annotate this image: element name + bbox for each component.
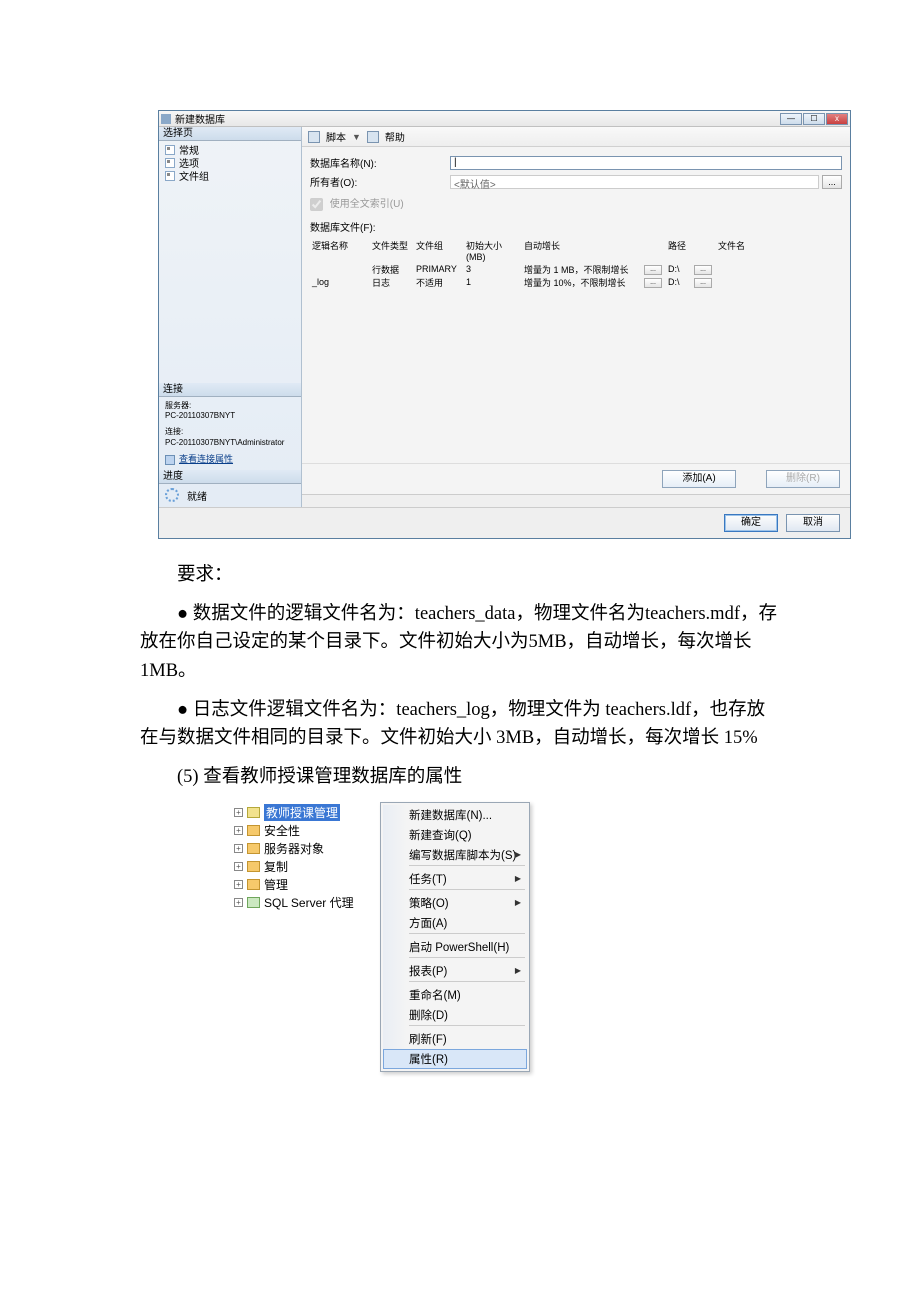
add-button[interactable]: 添加(A) [662, 470, 736, 488]
page-icon [165, 171, 175, 181]
owner-browse-button[interactable]: ... [822, 175, 842, 189]
tree-item-server-objects[interactable]: + 服务器对象 [230, 840, 380, 858]
path-browse-button[interactable]: ... [694, 278, 712, 288]
maximize-button[interactable]: ☐ [803, 113, 825, 125]
context-menu: 新建数据库(N)...新建查询(Q)编写数据库脚本为(S) 任务(T) 策略(O)方… [380, 802, 530, 1072]
dialog-body: 选择页 常规 选项 文件组 连接 服务器: PC-20110307BNYT 连接… [159, 127, 850, 507]
script-icon [308, 131, 320, 143]
toolbar: 脚本 ▼ 帮助 [302, 127, 850, 147]
form: 数据库名称(N): | 所有者(O): <默认值> ... 使用全文索引(U) … [302, 147, 850, 463]
tree-item-database[interactable]: + 教师授课管理 [230, 804, 380, 822]
requirement-heading: 要求： [140, 561, 780, 590]
ok-button[interactable]: 确定 [724, 514, 778, 532]
titlebar: 新建数据库 — ☐ x [159, 111, 850, 127]
ready-label: 就绪 [187, 488, 207, 503]
sidebar-section-conn: 连接 [159, 383, 301, 397]
autogrowth-button[interactable]: ... [644, 265, 662, 275]
sidebar-section-select: 选择页 [159, 127, 301, 141]
dialog-footer [302, 494, 850, 507]
object-explorer-tree: + 教师授课管理 + 安全性 + 服务器对象 + 复制 + 管理 + SQL S… [230, 802, 380, 1072]
dbname-input[interactable]: | [450, 156, 842, 170]
expand-icon[interactable]: + [234, 826, 243, 835]
expand-icon[interactable]: + [234, 898, 243, 907]
menu-item[interactable]: 启动 PowerShell(H) [383, 937, 527, 957]
database-icon [247, 807, 260, 818]
file-buttons: 添加(A) 删除(R) [302, 463, 850, 494]
menu-item[interactable]: 新建查询(Q) [383, 825, 527, 845]
agent-icon [247, 897, 260, 908]
sidebar-section-progress: 进度 [159, 470, 301, 484]
folder-icon [247, 861, 260, 872]
close-button[interactable]: x [826, 113, 848, 125]
page-icon [165, 145, 175, 155]
tree-item-replication[interactable]: + 复制 [230, 858, 380, 876]
dbname-label: 数据库名称(N): [310, 155, 450, 170]
menu-item[interactable]: 方面(A) [383, 913, 527, 933]
script-button[interactable]: 脚本 [326, 129, 346, 144]
menu-item[interactable]: 编写数据库脚本为(S) [383, 845, 527, 865]
dialog-main: 脚本 ▼ 帮助 数据库名称(N): | 所有者(O): <默认值> ... 使用… [302, 127, 850, 507]
menu-item[interactable]: 重命名(M) [383, 985, 527, 1005]
expand-icon[interactable]: + [234, 880, 243, 889]
spinner-icon [165, 488, 179, 502]
script-dropdown[interactable]: ▼ [352, 132, 361, 142]
dialog-title: 新建数据库 [175, 111, 779, 126]
object-explorer-screenshot: + 教师授课管理 + 安全性 + 服务器对象 + 复制 + 管理 + SQL S… [230, 802, 920, 1072]
view-conn-link[interactable]: 查看连接属性 [179, 454, 233, 466]
minimize-button[interactable]: — [780, 113, 802, 125]
conn-label: 连接: [165, 427, 295, 437]
folder-icon [247, 843, 260, 854]
sidebar-item-filegroups[interactable]: 文件组 [165, 169, 301, 182]
menu-item[interactable]: 属性(R) [383, 1049, 527, 1069]
help-icon [367, 131, 379, 143]
document-body: 要求： ● 数据文件的逻辑文件名为：teachers_data，物理文件名为te… [140, 561, 780, 792]
server-value: PC-20110307BNYT [165, 411, 295, 421]
grid-header: 逻辑名称 文件类型 文件组 初始大小(MB) 自动增长 路径 文件名 [310, 238, 842, 263]
progress-ready: 就绪 [159, 484, 301, 507]
server-label: 服务器: [165, 401, 295, 411]
tree-item-security[interactable]: + 安全性 [230, 822, 380, 840]
folder-icon [247, 825, 260, 836]
delete-button[interactable]: 删除(R) [766, 470, 840, 488]
path-browse-button[interactable]: ... [694, 265, 712, 275]
menu-item[interactable]: 策略(O) [383, 893, 527, 913]
requirement-2: ● 日志文件逻辑文件名为：teachers_log，物理文件为 teachers… [140, 696, 780, 753]
page-icon [165, 158, 175, 168]
menu-item[interactable]: 新建数据库(N)... [383, 805, 527, 825]
fulltext-input [310, 198, 323, 211]
folder-icon [247, 879, 260, 890]
properties-icon [165, 455, 175, 465]
expand-icon[interactable]: + [234, 862, 243, 871]
sidebar: 选择页 常规 选项 文件组 连接 服务器: PC-20110307BNYT 连接… [159, 127, 302, 507]
dialog-footer: 确定 取消 [159, 507, 850, 538]
help-button[interactable]: 帮助 [385, 129, 405, 144]
grid-row[interactable]: _log 日志 不适用 1 增量为 10%，不限制增长 ... D:\ ... [310, 276, 842, 289]
requirement-1: ● 数据文件的逻辑文件名为：teachers_data，物理文件名为teache… [140, 600, 780, 686]
menu-item[interactable]: 报表(P) [383, 961, 527, 981]
step-5: (5) 查看教师授课管理数据库的属性 [140, 763, 780, 792]
view-conn-props[interactable]: 查看连接属性 [165, 454, 295, 466]
tree-item-management[interactable]: + 管理 [230, 876, 380, 894]
dialog-icon [161, 114, 171, 124]
menu-item[interactable]: 任务(T) [383, 869, 527, 889]
tree-item-sql-agent[interactable]: + SQL Server 代理 [230, 894, 380, 912]
menu-item[interactable]: 刷新(F) [383, 1029, 527, 1049]
sidebar-items: 常规 选项 文件组 [159, 141, 301, 182]
cancel-button[interactable]: 取消 [786, 514, 840, 532]
menu-item[interactable]: 删除(D) [383, 1005, 527, 1025]
fulltext-checkbox: 使用全文索引(U) [310, 195, 842, 211]
owner-input[interactable]: <默认值> [450, 175, 819, 189]
owner-label: 所有者(O): [310, 174, 450, 189]
window-buttons: — ☐ x [779, 113, 848, 125]
connection-block: 服务器: PC-20110307BNYT 连接: PC-20110307BNYT… [159, 397, 301, 470]
conn-value: PC-20110307BNYT\Administrator [165, 438, 295, 448]
expand-icon[interactable]: + [234, 844, 243, 853]
new-database-dialog: 新建数据库 — ☐ x 选择页 常规 选项 文件组 连接 服务器: PC-201… [158, 110, 851, 539]
dbfiles-label: 数据库文件(F): [310, 219, 842, 234]
expand-icon[interactable]: + [234, 808, 243, 817]
autogrowth-button[interactable]: ... [644, 278, 662, 288]
